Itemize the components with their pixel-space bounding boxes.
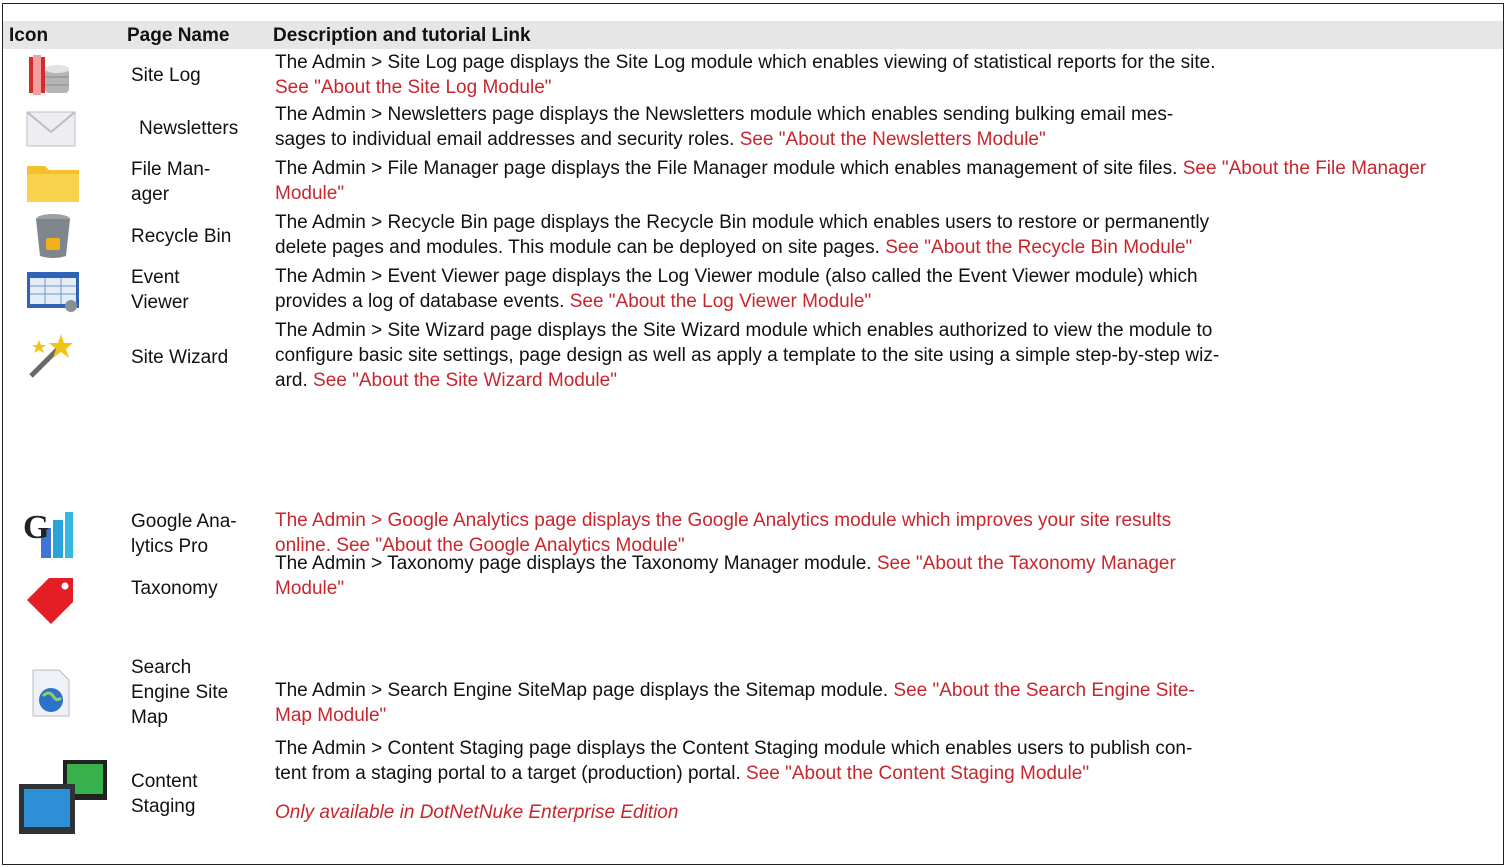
tutorial-link-continued[interactable]: Module" [275, 578, 344, 599]
page-name: Event Viewer [131, 267, 189, 313]
page-name: Site Log [131, 64, 201, 86]
module-table: Icon Page Name Description and tutorial … [2, 3, 1504, 865]
tutorial-link[interactable]: See "About the Content Staging Module" [746, 763, 1089, 784]
table-row: File Man- ager The Admin > File Manager … [3, 156, 1503, 208]
table-header: Icon Page Name Description and tutorial … [3, 21, 1503, 49]
description: The Admin > Recycle Bin page displays th… [275, 212, 1210, 258]
header-icon: Icon [9, 25, 49, 46]
description: The Admin > Site Wizard page displays th… [275, 320, 1220, 391]
page-name: Taxonomy [131, 577, 218, 599]
description: The Admin > Taxonomy page displays the T… [275, 553, 1176, 599]
table-row: Event Viewer The Admin > Event Viewer pa… [3, 264, 1503, 316]
envelope-icon [25, 108, 77, 155]
event-viewer-grid-icon [25, 268, 81, 319]
table-row: Recycle Bin The Admin > Recycle Bin page… [3, 210, 1503, 262]
page-name: Site Wizard [131, 346, 229, 368]
recycle-bin-icon [33, 212, 73, 267]
tutorial-link-continued[interactable]: Map Module" [275, 705, 386, 726]
tutorial-link[interactable]: See "About the Newsletters Module" [740, 129, 1046, 150]
tutorial-link[interactable]: See "About the Log Viewer Module" [570, 291, 872, 312]
tag-icon [25, 574, 77, 633]
tutorial-link[interactable]: See "About the Recycle Bin Module" [885, 237, 1192, 258]
table-row: Site Log The Admin > Site Log page displ… [3, 50, 1503, 100]
enterprise-note: Only available in DotNetNuke Enterprise … [275, 802, 679, 823]
google-analytics-icon: G [21, 506, 73, 567]
site-log-database-icon [25, 53, 73, 104]
svg-text:G: G [23, 509, 49, 546]
page-name: Content Staging [131, 771, 198, 817]
page-name: File Man- ager [131, 159, 211, 205]
header-description: Description and tutorial Link [273, 25, 531, 46]
description: The Admin > File Manager page displays t… [275, 158, 1427, 204]
tutorial-link[interactable]: See "About the Search Engine Site- [893, 680, 1194, 701]
description: The Admin > Site Log page displays the S… [275, 52, 1216, 98]
table-row: Search Engine Site Map The Admin > Searc… [3, 652, 1503, 732]
table-row: Content Staging The Admin > Content Stag… [3, 736, 1503, 864]
table-row: Newsletters The Admin > Newsletters page… [3, 102, 1503, 154]
page-name: Recycle Bin [131, 225, 232, 247]
tutorial-link[interactable]: See "About the Taxonomy Manager [877, 553, 1176, 574]
description: The Admin > Content Staging page display… [275, 736, 1491, 825]
table-row: Site Wizard The Admin > Site Wizard page… [3, 318, 1503, 396]
sitemap-globe-icon [29, 668, 73, 725]
tutorial-link[interactable]: See "About the Site Wizard Module" [313, 370, 617, 391]
tutorial-link[interactable]: See "About the Site Log Module" [275, 77, 552, 98]
header-page-name: Page Name [127, 25, 230, 46]
magic-wand-icon [25, 332, 75, 389]
description: The Admin > Search Engine SiteMap page d… [275, 680, 1195, 726]
page-name: Search Engine Site Map [131, 656, 229, 728]
page-name: Newsletters [139, 117, 239, 139]
folder-icon [25, 160, 81, 211]
page-name: Google Ana- lytics Pro [131, 511, 237, 557]
description: The Admin > Newsletters page displays th… [275, 104, 1174, 150]
description: The Admin > Event Viewer page displays t… [275, 266, 1198, 312]
monitors-icon [15, 756, 111, 843]
